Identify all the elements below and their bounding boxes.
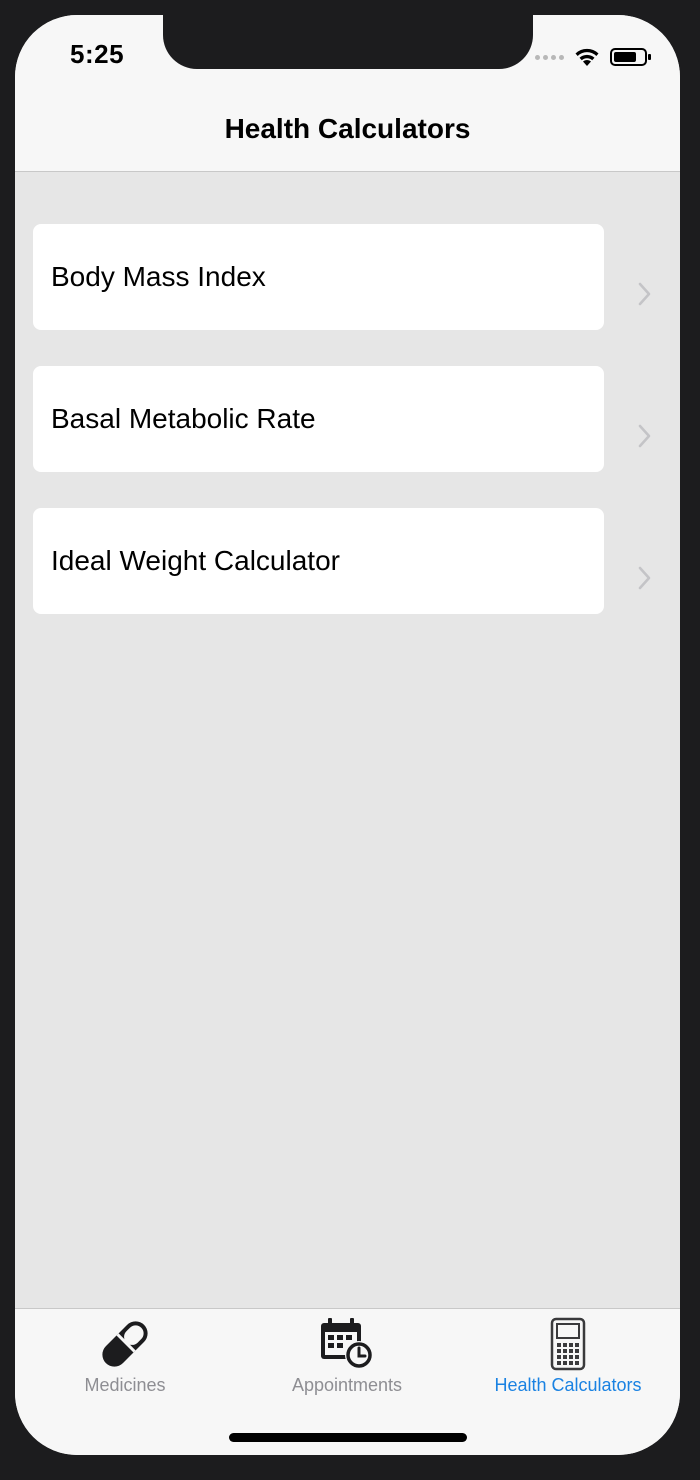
calculator-icon xyxy=(550,1317,586,1371)
pill-icon xyxy=(102,1321,148,1367)
calendar-clock-icon xyxy=(321,1318,373,1369)
home-indicator[interactable] xyxy=(229,1433,467,1442)
tab-label: Medicines xyxy=(84,1375,166,1395)
tab-medicines[interactable]: Medicines xyxy=(25,1309,225,1409)
calculator-list: Body Mass Index Basal Metabolic Rate Ide… xyxy=(15,172,680,1308)
wifi-icon xyxy=(575,48,599,66)
tab-label: Health Calculators xyxy=(494,1375,642,1395)
device-notch xyxy=(163,15,533,69)
battery-icon xyxy=(610,48,651,66)
tab-appointments[interactable]: Appointments xyxy=(247,1309,447,1409)
tab-health-calculators[interactable]: Health Calculators xyxy=(468,1309,668,1409)
navigation-bar: Health Calculators xyxy=(15,89,680,172)
list-item-ideal-weight-calculator[interactable]: Ideal Weight Calculator xyxy=(33,508,604,614)
list-item-label: Ideal Weight Calculator xyxy=(51,545,340,576)
status-time: 5:25 xyxy=(70,39,125,69)
chevron-right-icon[interactable] xyxy=(637,565,653,591)
tab-label: Appointments xyxy=(291,1375,403,1395)
list-item-basal-metabolic-rate[interactable]: Basal Metabolic Rate xyxy=(33,366,604,472)
list-item-label: Body Mass Index xyxy=(51,261,266,292)
chevron-right-icon[interactable] xyxy=(637,281,653,307)
cellular-signal-icon xyxy=(535,54,564,60)
chevron-right-icon[interactable] xyxy=(637,423,653,449)
app-screen: 5:25 Health Calculators Body Mass Index xyxy=(15,15,680,1455)
status-indicators xyxy=(535,45,652,69)
page-title: Health Calculators xyxy=(224,113,471,144)
list-item-body-mass-index[interactable]: Body Mass Index xyxy=(33,224,604,330)
list-item-label: Basal Metabolic Rate xyxy=(51,403,316,434)
